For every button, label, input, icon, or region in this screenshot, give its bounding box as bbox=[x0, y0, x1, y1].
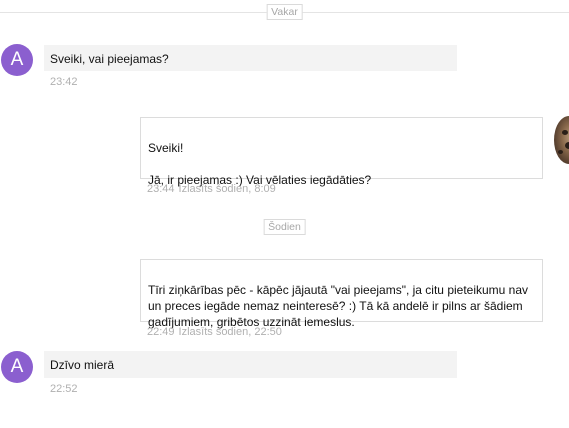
message-meta: 23:44 Izlasīts šodien, 8:09 bbox=[147, 183, 276, 195]
message-meta: 23:42 bbox=[50, 76, 78, 88]
date-label: Vakar bbox=[266, 4, 303, 20]
message-bubble-outgoing: Sveiki! Jā, ir pieejamas :) Vai vēlaties… bbox=[140, 117, 543, 187]
read-status: Izlasīts šodien, 8:09 bbox=[178, 183, 276, 195]
date-separator-today: Šodien bbox=[0, 219, 569, 235]
avatar[interactable] bbox=[554, 116, 569, 164]
avatar[interactable]: A bbox=[1, 44, 33, 76]
message-time: 23:44 bbox=[147, 183, 175, 195]
message-time: 22:49 bbox=[147, 326, 175, 338]
message-text: Dzīvo mierā bbox=[50, 358, 115, 372]
message-bubble-incoming: Sveiki, vai pieejamas? bbox=[44, 45, 457, 71]
message-meta: 22:49 Izlasīts šodien, 22:50 bbox=[147, 326, 282, 338]
message-bubble-incoming: Dzīvo mierā bbox=[44, 351, 457, 378]
message-time: 22:52 bbox=[50, 383, 78, 395]
message-bubble-outgoing: Tīri ziņkārības pēc - kāpēc jājautā "vai… bbox=[140, 259, 543, 329]
message-text: Sveiki! Jā, ir pieejamas :) Vai vēlaties… bbox=[148, 141, 372, 187]
message-text: Tīri ziņkārības pēc - kāpēc jājautā "vai… bbox=[148, 283, 529, 329]
message-meta: 22:52 bbox=[50, 383, 78, 395]
message-time: 23:42 bbox=[50, 76, 78, 88]
avatar[interactable]: A bbox=[1, 351, 33, 383]
message-text: Sveiki, vai pieejamas? bbox=[50, 52, 169, 66]
read-status: Izlasīts šodien, 22:50 bbox=[178, 326, 282, 338]
date-label: Šodien bbox=[263, 219, 306, 235]
date-separator-yesterday: Vakar bbox=[0, 4, 569, 20]
